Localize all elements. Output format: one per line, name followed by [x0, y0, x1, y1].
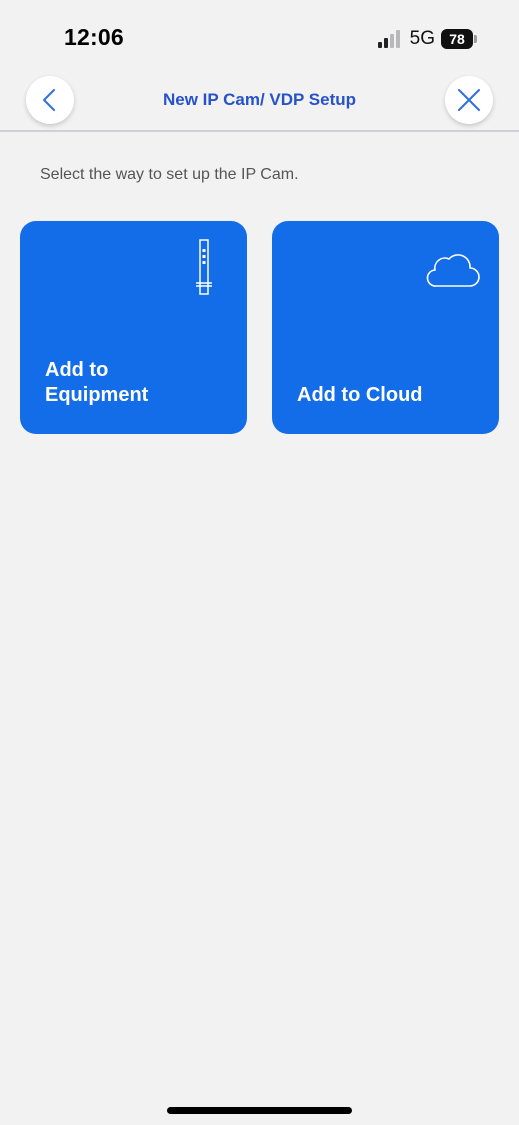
- battery-icon: 78: [441, 29, 473, 49]
- add-to-equipment-card[interactable]: Add to Equipment: [20, 221, 247, 434]
- home-indicator[interactable]: [167, 1107, 352, 1114]
- page-title: New IP Cam/ VDP Setup: [162, 90, 357, 109]
- intercom-device-icon: [196, 239, 212, 295]
- chevron-left-icon: [43, 89, 55, 111]
- battery-cap: [474, 35, 477, 43]
- network-type: 5G: [409, 28, 435, 49]
- cellular-signal-icon: [377, 30, 402, 48]
- add-to-equipment-label: Add to Equipment: [45, 359, 149, 406]
- instruction-text: Select the way to set up the IP Cam.: [40, 166, 299, 183]
- add-to-cloud-card[interactable]: Add to Cloud: [272, 221, 499, 434]
- battery-level: 78: [449, 31, 465, 47]
- status-time: 12:06: [64, 24, 124, 50]
- close-icon: [458, 89, 480, 111]
- add-to-cloud-label: Add to Cloud: [297, 384, 423, 406]
- back-button[interactable]: [26, 76, 74, 124]
- close-button[interactable]: [445, 76, 493, 124]
- cloud-icon: [426, 254, 480, 287]
- nav-header: New IP Cam/ VDP Setup: [0, 70, 519, 132]
- status-bar: 12:06 5G 78: [0, 0, 519, 70]
- status-indicators: 5G 78: [377, 27, 477, 51]
